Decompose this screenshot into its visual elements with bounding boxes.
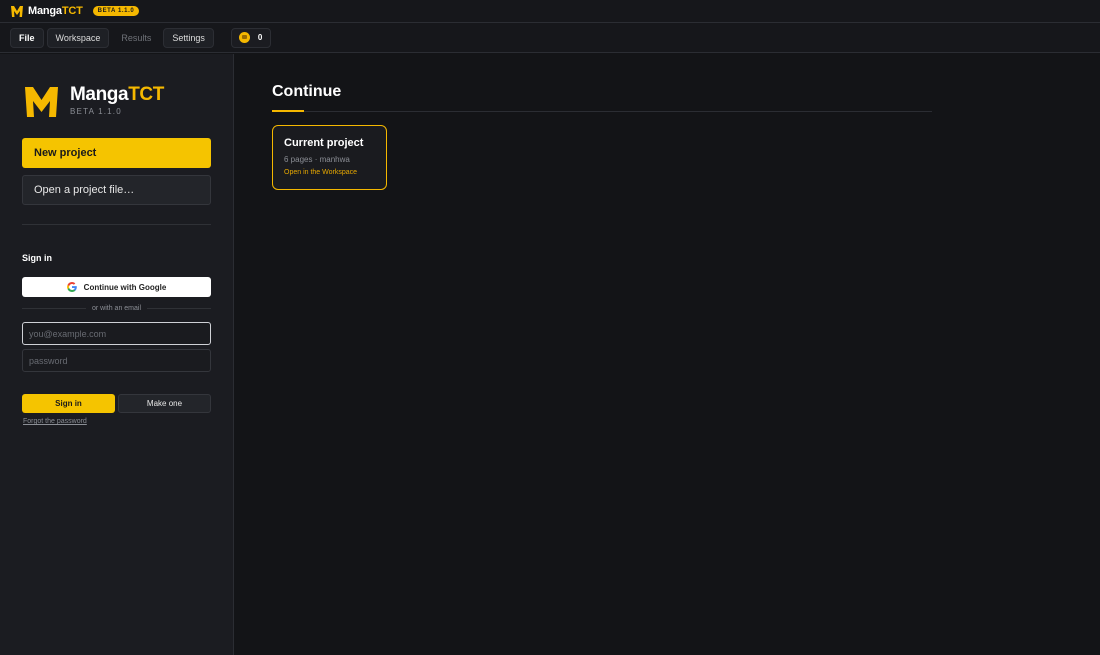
open-in-workspace-link[interactable]: Open in the Workspace bbox=[284, 169, 386, 176]
coin-icon bbox=[238, 32, 250, 43]
coin-balance[interactable]: 0 bbox=[230, 27, 272, 48]
make-account-button[interactable]: Make one bbox=[118, 394, 211, 413]
google-icon bbox=[66, 282, 77, 292]
version-badge: BETA 1.1.0 bbox=[92, 6, 140, 16]
email-input[interactable] bbox=[22, 322, 211, 345]
mangatct-logo-icon bbox=[11, 5, 23, 17]
current-project-card[interactable]: Current project 6 pages · manhwa Open in… bbox=[272, 125, 387, 190]
coin-count: 0 bbox=[257, 33, 263, 42]
brand: MangaTCT BETA 1.1.0 bbox=[25, 84, 164, 117]
card-meta: 6 pages · manhwa bbox=[284, 155, 350, 164]
or-text: or with an email bbox=[91, 305, 142, 312]
sign-in-heading: Sign in bbox=[22, 253, 52, 263]
page-title: Continue bbox=[272, 83, 342, 100]
section-divider bbox=[272, 111, 932, 112]
card-title: Current project bbox=[284, 137, 364, 149]
divider bbox=[22, 224, 211, 225]
section-divider-accent bbox=[272, 110, 304, 112]
or-separator: or with an email bbox=[22, 305, 211, 312]
menu-results: Results bbox=[121, 32, 152, 43]
password-input[interactable] bbox=[22, 349, 211, 372]
continue-with-google-button[interactable]: Continue with Google bbox=[22, 277, 211, 297]
menu-settings[interactable]: Settings bbox=[163, 27, 214, 48]
app-title: MangaTCT bbox=[28, 5, 83, 17]
sign-in-button[interactable]: Sign in bbox=[22, 394, 115, 413]
google-button-label: Continue with Google bbox=[83, 282, 167, 292]
new-project-button[interactable]: New project bbox=[22, 138, 211, 168]
mangatct-logo-icon bbox=[25, 87, 58, 117]
menu-bar: File Workspace Results Settings 0 bbox=[0, 23, 1100, 53]
title-bar: MangaTCT BETA 1.1.0 bbox=[0, 0, 1100, 23]
brand-version: BETA 1.1.0 bbox=[70, 107, 122, 116]
brand-name: MangaTCT bbox=[70, 84, 164, 105]
sidebar: MangaTCT BETA 1.1.0 New project Open a p… bbox=[0, 54, 234, 655]
open-project-file-button[interactable]: Open a project file… bbox=[22, 175, 211, 205]
menu-file[interactable]: File bbox=[10, 27, 44, 48]
menu-workspace[interactable]: Workspace bbox=[46, 27, 110, 48]
forgot-password-link[interactable]: Forgot the password bbox=[23, 418, 87, 425]
